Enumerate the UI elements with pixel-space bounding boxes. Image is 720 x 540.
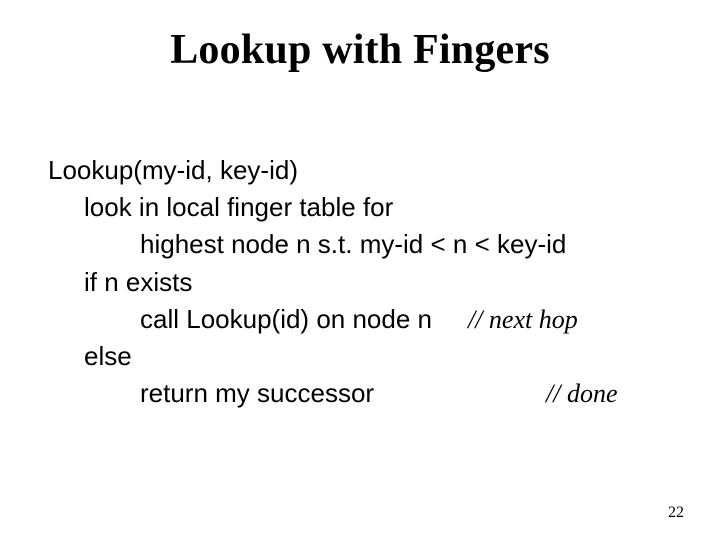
code-line-look: look in local finger table for	[48, 189, 672, 226]
pseudocode-block: Lookup(my-id, key-id) look in local fing…	[48, 152, 672, 412]
code-text: look in local finger table for	[84, 189, 393, 226]
code-comment-done: // done	[546, 375, 618, 412]
code-line-return: return my successor // done	[48, 375, 672, 412]
code-text: Lookup(my-id, key-id)	[48, 152, 298, 189]
code-text: if n exists	[84, 264, 192, 301]
code-text: return my successor	[140, 375, 510, 412]
code-line-call: call Lookup(id) on node n // next hop	[48, 301, 672, 338]
page-number: 22	[668, 504, 684, 522]
code-text: highest node n s.t. my-id < n < key-id	[140, 226, 566, 263]
code-line-else: else	[48, 338, 672, 375]
code-line-if: if n exists	[48, 264, 672, 301]
code-text: else	[84, 338, 132, 375]
slide-title: Lookup with Fingers	[48, 26, 672, 74]
code-text: call Lookup(id) on node n	[140, 301, 432, 338]
code-line-signature: Lookup(my-id, key-id)	[48, 152, 672, 189]
code-line-highest: highest node n s.t. my-id < n < key-id	[48, 226, 672, 263]
code-comment-next-hop: // next hop	[468, 301, 578, 338]
slide: Lookup with Fingers Lookup(my-id, key-id…	[0, 0, 720, 540]
